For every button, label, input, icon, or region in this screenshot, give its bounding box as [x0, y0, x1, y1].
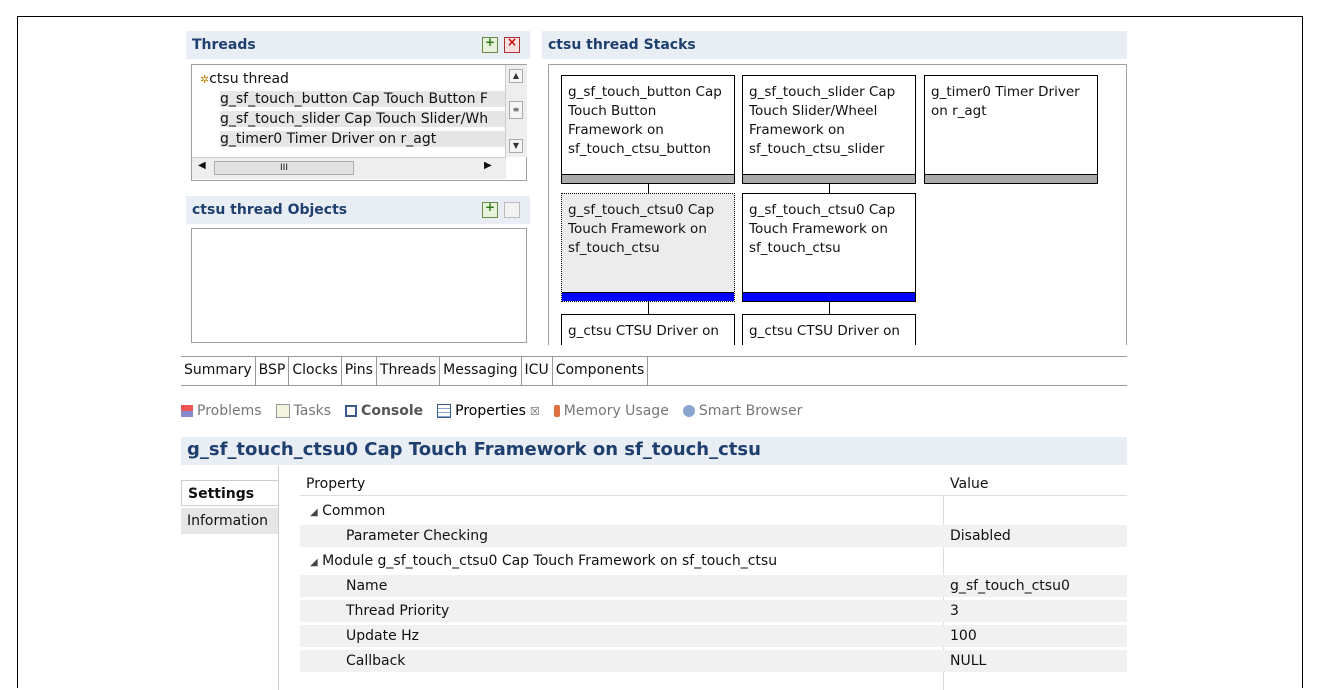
stack-card-ctsu0-selected[interactable]: g_sf_touch_ctsu0 Cap Touch Framework on …	[561, 193, 735, 302]
scroll-thumb[interactable]: ≡	[509, 101, 523, 119]
tree-item-timer0[interactable]: g_timer0 Timer Driver on r_agt	[220, 131, 506, 147]
tab-clocks[interactable]: Clocks	[289, 357, 342, 385]
remove-thread-icon[interactable]	[504, 35, 520, 53]
column-header-property[interactable]: Property	[306, 476, 365, 492]
threads-tree[interactable]: ✲ctsu thread g_sf_touch_button Cap Touch…	[191, 64, 527, 181]
tasks-icon	[275, 404, 290, 418]
vertical-scrollbar[interactable]: ▲ ≡ ▼	[505, 65, 527, 157]
stack-connector	[829, 302, 830, 314]
stack-card-ctsu-driver[interactable]: g_ctsu CTSU Driver on	[561, 314, 735, 345]
scroll-right-icon[interactable]: ▶	[484, 160, 492, 171]
threads-panel-title: Threads	[192, 37, 256, 53]
threads-panel-header: Threads	[186, 31, 530, 59]
stacks-panel-title: ctsu thread Stacks	[548, 37, 696, 53]
table-row[interactable]: ◢ Common	[300, 500, 1127, 522]
table-row[interactable]: Name g_sf_touch_ctsu0	[300, 575, 1127, 597]
horizontal-scrollbar[interactable]: ◀ III ▶	[192, 157, 506, 179]
table-row[interactable]: Update Hz 100	[300, 625, 1127, 647]
view-tab-smart-browser[interactable]: Smart Browser	[682, 403, 802, 419]
tree-item-touch-button[interactable]: g_sf_touch_button Cap Touch Button F	[220, 91, 506, 107]
stack-connector	[648, 302, 649, 314]
console-icon	[345, 405, 358, 417]
scroll-up-icon[interactable]: ▲	[509, 69, 523, 83]
tab-components[interactable]: Components	[553, 357, 649, 385]
table-row[interactable]: Callback NULL	[300, 650, 1127, 672]
scroll-down-icon[interactable]: ▼	[509, 139, 523, 153]
card-status-bar	[562, 174, 734, 183]
tab-bsp[interactable]: BSP	[256, 357, 290, 385]
smart-browser-icon	[682, 405, 695, 417]
objects-list[interactable]	[191, 228, 527, 343]
card-status-bar	[562, 292, 734, 301]
configuration-tabs: Summary BSP Clocks Pins Threads Messagin…	[181, 356, 1127, 386]
tree-item-ctsu-thread[interactable]: ✲ctsu thread	[200, 71, 289, 87]
add-thread-icon[interactable]	[482, 35, 498, 53]
tab-summary[interactable]: Summary	[181, 357, 256, 385]
stacks-panel-header: ctsu thread Stacks	[542, 31, 1127, 59]
hscroll-thumb[interactable]: III	[214, 161, 354, 175]
view-tab-problems[interactable]: Problems	[181, 403, 262, 419]
add-object-icon[interactable]	[482, 200, 498, 218]
tab-threads[interactable]: Threads	[376, 357, 441, 385]
remove-object-icon	[504, 202, 520, 218]
column-header-value[interactable]: Value	[950, 476, 988, 492]
gear-icon: ✲	[200, 73, 210, 86]
stack-card-touch-button[interactable]: g_sf_touch_button Cap Touch Button Frame…	[561, 75, 735, 184]
stack-connector	[829, 184, 830, 193]
stack-card-timer0[interactable]: g_timer0 Timer Driver on r_agt	[924, 75, 1098, 184]
close-icon[interactable]: ☒	[530, 405, 540, 418]
properties-title: g_sf_touch_ctsu0 Cap Touch Framework on …	[181, 437, 1127, 465]
stack-card-ctsu0[interactable]: g_sf_touch_ctsu0 Cap Touch Framework on …	[742, 193, 916, 302]
tree-item-touch-slider[interactable]: g_sf_touch_slider Cap Touch Slider/Wh	[220, 111, 506, 127]
stack-connector	[648, 184, 649, 193]
property-table: Property Value ◢ Common Parameter Checki…	[300, 473, 1127, 690]
view-tab-console[interactable]: Console	[345, 403, 423, 419]
table-header: Property Value	[300, 473, 1127, 496]
tab-icu[interactable]: ICU	[522, 357, 553, 385]
properties-icon	[437, 404, 452, 418]
card-status-bar	[743, 174, 915, 183]
table-row[interactable]: ◢ Module g_sf_touch_ctsu0 Cap Touch Fram…	[300, 550, 1127, 572]
tab-messaging[interactable]: Messaging	[440, 357, 522, 385]
scroll-left-icon[interactable]: ◀	[198, 160, 206, 171]
stacks-canvas[interactable]: g_sf_touch_button Cap Touch Button Frame…	[548, 64, 1127, 345]
expand-icon[interactable]: ◢	[310, 557, 318, 568]
card-status-bar	[743, 292, 915, 301]
problems-icon	[181, 405, 193, 417]
side-tab-settings[interactable]: Settings	[181, 480, 278, 506]
objects-panel-title: ctsu thread Objects	[192, 202, 348, 218]
table-row[interactable]: Parameter Checking Disabled	[300, 525, 1127, 547]
tab-pins[interactable]: Pins	[342, 357, 377, 385]
objects-panel-header: ctsu thread Objects	[186, 196, 530, 224]
view-tab-memory-usage[interactable]: Memory Usage	[553, 403, 669, 419]
table-row[interactable]: Thread Priority 3	[300, 600, 1127, 622]
view-tab-tasks[interactable]: Tasks	[275, 403, 331, 419]
stack-card-touch-slider[interactable]: g_sf_touch_slider Cap Touch Slider/Wheel…	[742, 75, 916, 184]
memory-icon	[553, 405, 560, 417]
expand-icon[interactable]: ◢	[310, 507, 318, 518]
stack-card-ctsu-driver[interactable]: g_ctsu CTSU Driver on	[742, 314, 916, 345]
side-tab-information[interactable]: Information	[181, 508, 278, 534]
card-status-bar	[925, 174, 1097, 183]
view-tab-properties[interactable]: Properties ☒	[437, 403, 540, 419]
side-tab-divider	[278, 466, 290, 690]
view-tabs: Problems Tasks Console Properties ☒ Memo…	[181, 401, 802, 421]
